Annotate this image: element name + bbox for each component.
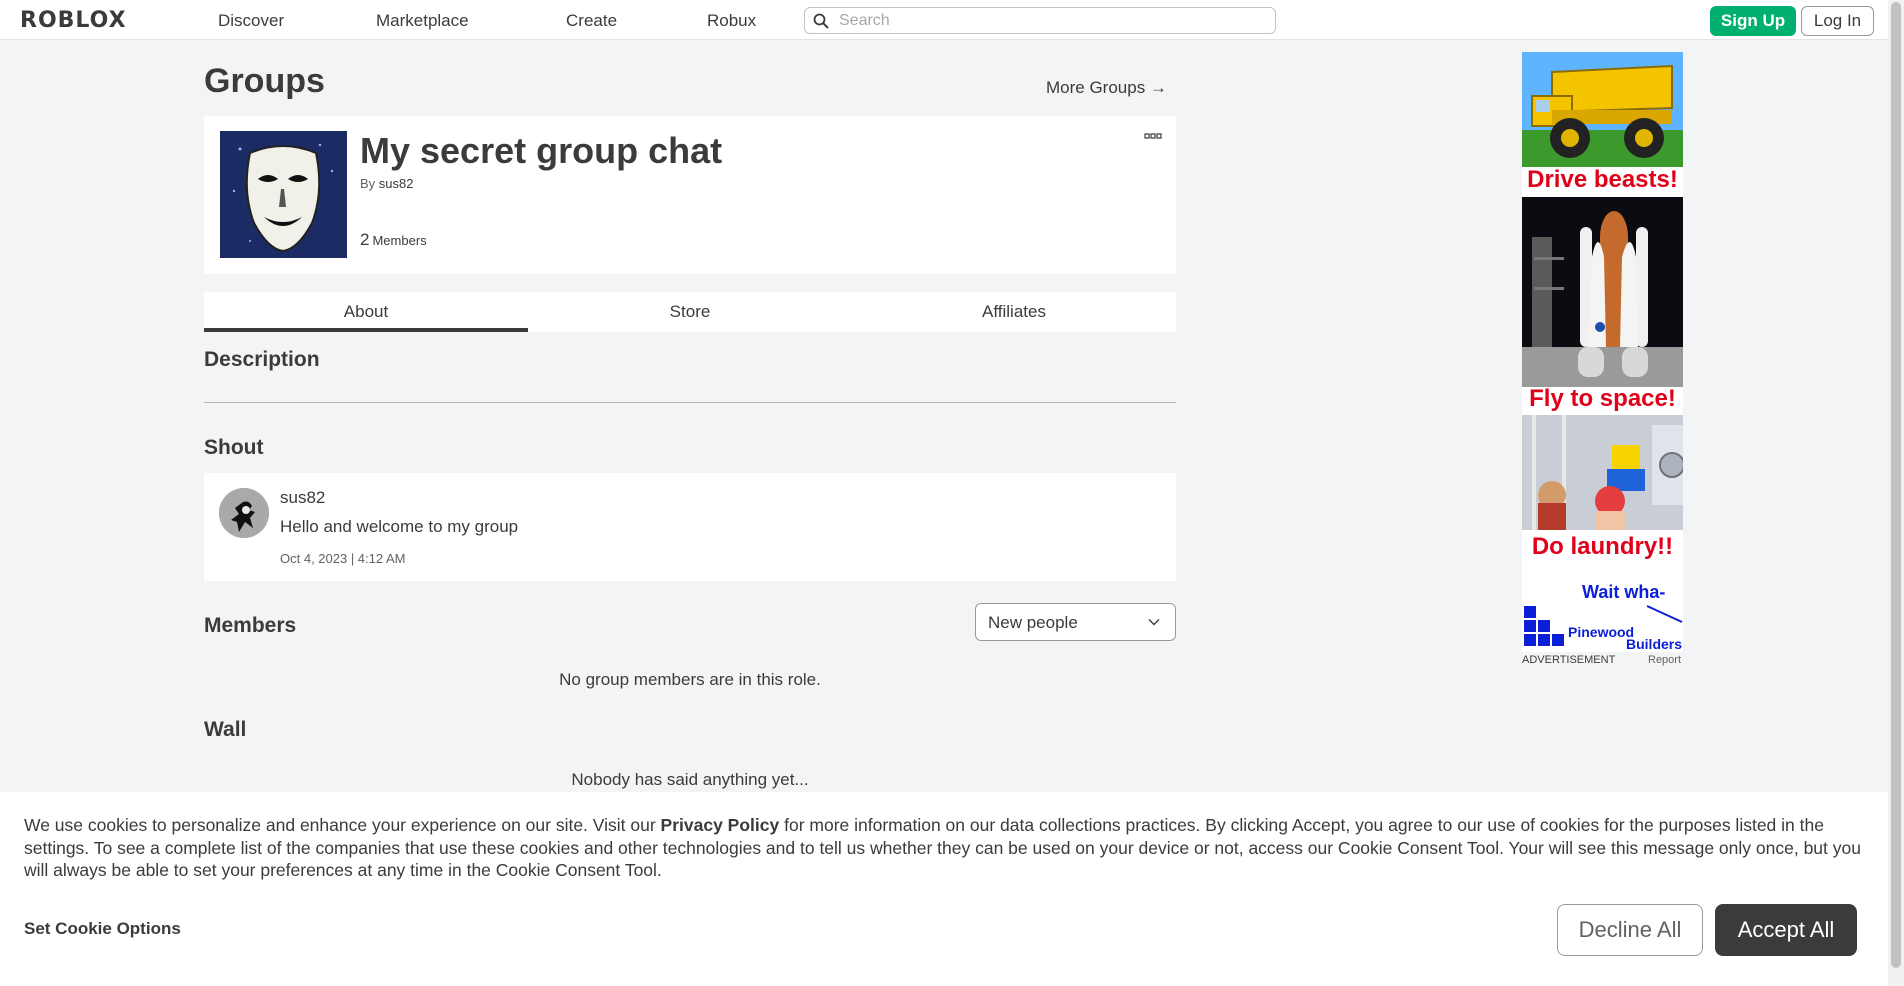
group-emblem-image: [220, 131, 347, 258]
chevron-down-icon: [1148, 619, 1160, 626]
shout-user-avatar[interactable]: [219, 488, 269, 538]
roblox-logo[interactable]: ROBLOX: [20, 8, 127, 33]
member-count: 2 Members: [360, 230, 427, 250]
ad-caption-3: Do laundry!!: [1531, 533, 1674, 560]
avatar-icon: [219, 488, 269, 538]
tab-about[interactable]: About: [204, 292, 528, 332]
privacy-policy-link[interactable]: Privacy Policy: [661, 815, 780, 835]
shout-timestamp: Oct 4, 2023 | 4:12 AM: [280, 551, 406, 566]
ad-report-link[interactable]: Report: [1648, 654, 1681, 666]
group-name: My secret group chat: [360, 130, 723, 171]
advertisement-label: ADVERTISEMENT: [1522, 654, 1616, 666]
description-heading: Description: [204, 348, 320, 371]
nav-discover-link[interactable]: Discover: [218, 11, 284, 31]
ad-caption-2: Fly to space!: [1529, 385, 1676, 412]
search-input[interactable]: [839, 11, 1259, 31]
shout-card: sus82 Hello and welcome to my group Oct …: [204, 473, 1176, 581]
nav-robux-link[interactable]: Robux: [707, 11, 756, 31]
cookie-message: We use cookies to personalize and enhanc…: [24, 814, 1874, 882]
shout-heading: Shout: [204, 436, 264, 459]
by-prefix: By: [360, 176, 376, 191]
mask-emblem-graphic: [220, 131, 347, 258]
role-dropdown[interactable]: New people: [975, 603, 1176, 641]
search-icon: [813, 13, 829, 29]
cookie-consent-banner: We use cookies to personalize and enhanc…: [0, 792, 1888, 986]
decline-all-button[interactable]: Decline All: [1557, 904, 1703, 956]
more-options-icon[interactable]: [1144, 132, 1162, 140]
top-nav-bar: ROBLOX Discover Marketplace Create Robux…: [0, 0, 1888, 40]
ad-caption-1: Drive beasts!: [1527, 166, 1678, 193]
ad-shuttle-image: [1522, 197, 1683, 387]
search-box: [804, 7, 1276, 34]
shout-message: Hello and welcome to my group: [280, 517, 519, 536]
ad-truck-image: [1522, 52, 1683, 167]
members-empty-message: No group members are in this role.: [559, 670, 821, 689]
member-count-label: Members: [372, 233, 427, 248]
advertisement-banner[interactable]: Drive beasts! Fly to space! Do laundry!!…: [1522, 52, 1683, 652]
accept-all-button[interactable]: Accept All: [1715, 904, 1857, 956]
nav-marketplace-link[interactable]: Marketplace: [376, 11, 469, 31]
page-scrollbar[interactable]: [1888, 0, 1904, 986]
more-groups-link[interactable]: More Groups →: [1046, 78, 1167, 98]
members-heading: Members: [204, 614, 297, 637]
tab-store[interactable]: Store: [528, 292, 852, 332]
sign-up-button[interactable]: Sign Up: [1710, 6, 1796, 36]
member-count-value: 2: [360, 230, 370, 249]
cookie-text-before: We use cookies to personalize and enhanc…: [24, 815, 661, 835]
tab-affiliates[interactable]: Affiliates: [852, 292, 1176, 332]
group-owner-link[interactable]: sus82: [379, 176, 414, 191]
log-in-button[interactable]: Log In: [1801, 6, 1874, 36]
role-dropdown-value: New people: [988, 613, 1078, 632]
group-owner-line: By sus82: [360, 176, 414, 191]
shout-username[interactable]: sus82: [280, 488, 325, 508]
ad-brand-line2: Builders: [1626, 636, 1683, 652]
ad-brand-line1: Pinewood: [1568, 624, 1635, 640]
ad-laundry-image: [1522, 415, 1683, 530]
page-title: Groups: [204, 62, 325, 100]
description-divider: [204, 402, 1176, 403]
set-cookie-options-link[interactable]: Set Cookie Options: [24, 919, 181, 939]
group-tabs: About Store Affiliates: [204, 292, 1176, 332]
scrollbar-thumb[interactable]: [1891, 2, 1901, 968]
wall-heading: Wall: [204, 718, 247, 741]
nav-create-link[interactable]: Create: [566, 11, 617, 31]
wall-empty-message: Nobody has said anything yet...: [571, 770, 809, 789]
group-header-card: My secret group chat By sus82 2 Members: [204, 116, 1176, 274]
